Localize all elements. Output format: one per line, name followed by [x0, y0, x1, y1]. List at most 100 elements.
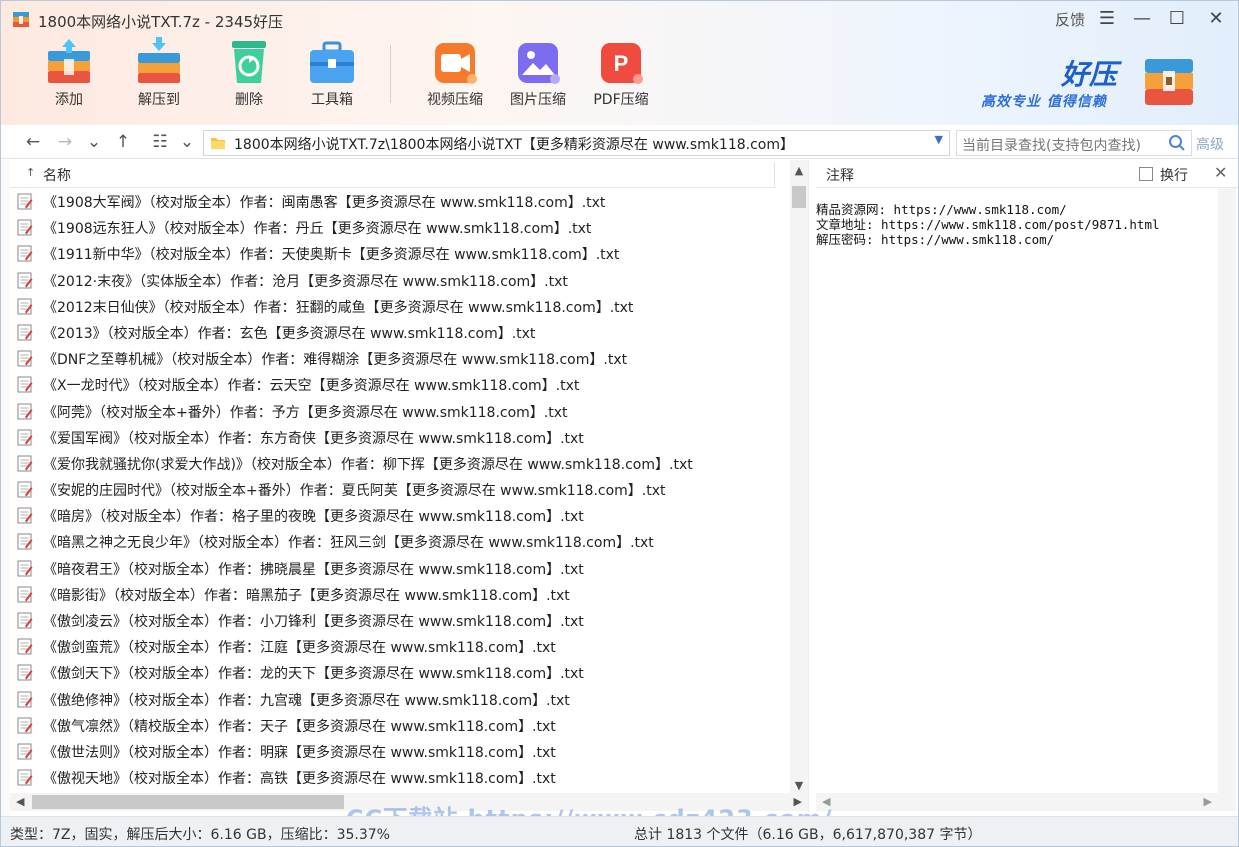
file-row[interactable]: 《傲绝修神》（校对版全本）作者：九宫魂【更多资源尽在 www.smk118.co… [10, 686, 788, 712]
file-row[interactable]: 《傲剑凌云》（校对版全本）作者：小刀锋利【更多资源尽在 www.smk118.c… [10, 607, 788, 633]
video-compress-button[interactable]: 视频压缩 [415, 37, 495, 109]
file-name: 《傲剑蛮荒》（校对版全本）作者：江庭【更多资源尽在 www.smk118.com… [43, 640, 556, 657]
file-row[interactable]: 《爱你我就骚扰你(求爱大作战)》（校对版全本）作者：柳下挥【更多资源尽在 www… [10, 450, 788, 476]
add-button[interactable]: 添加 [29, 37, 109, 109]
text-file-icon [17, 245, 33, 262]
scroll-left-icon[interactable]: ◀ [16, 795, 24, 808]
menu-icon[interactable]: ☰ [1096, 8, 1118, 30]
view-mode-dropdown[interactable]: ⌄ [176, 131, 198, 153]
file-row[interactable]: 《暗影街》（校对版全本）作者：暗黑茄子【更多资源尽在 www.smk118.co… [10, 581, 788, 607]
maximize-button[interactable]: ☐ [1166, 8, 1188, 30]
file-name: 《安妮的庄园时代》（校对版全本+番外）作者：夏氏阿芙【更多资源尽在 www.sm… [43, 483, 666, 500]
header: 1800本网络小说TXT.7z - 2345好压 反馈 ☰ — ☐ ✕ 添加 解… [1, 1, 1238, 125]
view-mode-icon[interactable]: ☷ [149, 131, 171, 153]
horizontal-scroll-thumb[interactable] [32, 795, 344, 809]
column-header[interactable]: ↑ 名称 [10, 160, 776, 188]
file-row[interactable]: 《傲世法则》（校对版全本）作者：明寐【更多资源尽在 www.smk118.com… [10, 738, 788, 764]
file-name: 《傲气凛然》（精校版全本）作者：天子【更多资源尽在 www.smk118.com… [43, 718, 556, 735]
toolbox-button[interactable]: 工具箱 [292, 37, 372, 109]
extract-button[interactable]: 解压到 [119, 37, 199, 109]
file-row[interactable]: 《2012·末夜》（实体版全本）作者：沧月【更多资源尽在 www.smk118.… [10, 267, 788, 293]
column-divider [774, 162, 775, 186]
comment-horizontal-scrollbar[interactable]: ◀ ▶ [816, 793, 1236, 811]
comment-vertical-scrollbar[interactable] [1218, 188, 1236, 795]
scroll-down-icon[interactable]: ▼ [790, 779, 808, 792]
search-icon[interactable] [1168, 134, 1186, 152]
file-name: 《2012·末夜》（实体版全本）作者：沧月【更多资源尽在 www.smk118.… [43, 273, 568, 290]
window-title: 1800本网络小说TXT.7z - 2345好压 [38, 13, 284, 31]
text-file-icon [17, 272, 33, 289]
text-file-icon [17, 533, 33, 550]
delete-button[interactable]: 删除 [209, 37, 289, 109]
up-folder-button[interactable]: ↑ [112, 131, 134, 153]
file-row[interactable]: 《暗房》（校对版全本）作者：格子里的夜晚【更多资源尽在 www.smk118.c… [10, 502, 788, 528]
search-placeholder: 当前目录查找(支持包内查找) [962, 138, 1141, 154]
pdf-compress-button[interactable]: P PDF压缩 [581, 37, 661, 109]
file-rows: 《1908大军阀》（校对版全本）作者：闽南愚客【更多资源尽在 www.smk11… [10, 188, 788, 790]
file-name: 《爱国军阀》（校对版全本）作者：东方奇侠【更多资源尽在 www.smk118.c… [43, 430, 584, 447]
path-dropdown-icon[interactable]: ▼ [935, 133, 943, 146]
path-bar[interactable]: 1800本网络小说TXT.7z\1800本网络小说TXT【更多精彩资源尽在 ww… [203, 130, 950, 156]
text-file-icon [17, 717, 33, 734]
brand-area: 好压 高效专业 值得信赖 [981, 53, 1201, 113]
file-row[interactable]: 《2012末日仙侠》（校对版全本）作者：狂翻的咸鱼【更多资源尽在 www.smk… [10, 293, 788, 319]
video-compress-label: 视频压缩 [427, 92, 483, 108]
toolbox-icon [310, 41, 354, 83]
file-name: 《1911新中华》（校对版全本）作者：天使奥斯卡【更多资源尽在 www.smk1… [43, 247, 620, 264]
scroll-up-icon[interactable]: ▲ [790, 164, 808, 177]
file-list-pane: ↑ 名称 《1908大军阀》（校对版全本）作者：闽南愚客【更多资源尽在 www.… [10, 160, 809, 812]
vertical-scroll-thumb[interactable] [792, 186, 806, 208]
text-file-icon [17, 403, 33, 419]
file-row[interactable]: 《1908远东狂人》（校对版全本）作者：丹丘【更多资源尽在 www.smk118… [10, 214, 788, 240]
file-row[interactable]: 《暗夜君王》（校对版全本）作者：拂晓晨星【更多资源尽在 www.smk118.c… [10, 555, 788, 581]
back-button[interactable]: ← [22, 131, 44, 153]
file-name: 《1908大军阀》（校对版全本）作者：闽南愚客【更多资源尽在 www.smk11… [43, 195, 606, 211]
file-row[interactable]: 《DNF之至尊机械》（校对版全本）作者：难得糊涂【更多资源尽在 www.smk1… [10, 345, 788, 371]
file-row[interactable]: 《暗黑之神之无良少年》（校对版全本）作者：狂风三剑【更多资源尽在 www.smk… [10, 528, 788, 554]
comment-title: 注释 [826, 168, 854, 184]
forward-button[interactable]: → [54, 131, 76, 153]
text-file-icon [17, 193, 33, 210]
minimize-button[interactable]: — [1131, 8, 1153, 30]
file-row[interactable]: 《傲剑蛮荒》（校对版全本）作者：江庭【更多资源尽在 www.smk118.com… [10, 633, 788, 659]
comment-text[interactable]: 精品资源网: https://www.smk118.com/文章地址: http… [816, 202, 1160, 247]
text-file-icon [17, 219, 33, 236]
comment-line: 解压密码: https://www.smk118.com/ [816, 232, 1055, 247]
image-compress-button[interactable]: 图片压缩 [498, 37, 578, 109]
file-row[interactable]: 《1911新中华》（校对版全本）作者：天使奥斯卡【更多资源尽在 www.smk1… [10, 240, 788, 266]
text-file-icon [17, 560, 33, 577]
wrap-label[interactable]: 换行 [1160, 165, 1188, 185]
comment-pane: 注释 换行 ✕ 精品资源网: https://www.smk118.com/文章… [816, 160, 1238, 812]
close-button[interactable]: ✕ [1205, 8, 1227, 30]
left-edge [1, 160, 10, 816]
history-dropdown[interactable]: ⌄ [83, 131, 105, 153]
search-box[interactable]: 当前目录查找(支持包内查找) [956, 130, 1192, 156]
app-logo-icon [13, 12, 29, 27]
toolbar-divider [390, 45, 391, 103]
feedback-link[interactable]: 反馈 [1055, 9, 1085, 30]
status-bar: 类型：7Z，固实，解压后大小：6.16 GB，压缩比：35.37% 总计 181… [1, 816, 1238, 846]
text-file-icon [17, 376, 33, 393]
brand-slogan: 高效专业 值得信赖 [981, 94, 1107, 110]
file-row[interactable]: 《1908大军阀》（校对版全本）作者：闽南愚客【更多资源尽在 www.smk11… [10, 188, 788, 214]
file-row[interactable]: 《X一龙时代》（校对版全本）作者：云天空【更多资源尽在 www.smk118.c… [10, 371, 788, 397]
file-row[interactable]: 《傲气凛然》（精校版全本）作者：天子【更多资源尽在 www.smk118.com… [10, 712, 788, 738]
file-row[interactable]: 《安妮的庄园时代》（校对版全本+番外）作者：夏氏阿芙【更多资源尽在 www.sm… [10, 476, 788, 502]
file-row[interactable]: 《阿莞》（校对版全本+番外）作者：予方【更多资源尽在 www.smk118.co… [10, 398, 788, 424]
file-name: 《傲视天地》（校对版全本）作者：高铁【更多资源尽在 www.smk118.com… [43, 771, 556, 788]
file-row[interactable]: 《爱国军阀》（校对版全本）作者：东方奇侠【更多资源尽在 www.smk118.c… [10, 424, 788, 450]
file-vertical-scrollbar[interactable]: ▲ ▼ [790, 160, 808, 795]
text-file-icon [17, 455, 33, 472]
file-row[interactable]: 《傲剑天下》（校对版全本）作者：龙的天下【更多资源尽在 www.smk118.c… [10, 659, 788, 685]
text-file-icon [17, 481, 33, 498]
file-row[interactable]: 《2013》（校对版全本）作者：玄色【更多资源尽在 www.smk118.com… [10, 319, 788, 345]
wrap-checkbox[interactable] [1139, 167, 1153, 181]
advanced-search-link[interactable]: 高级 [1196, 134, 1224, 154]
file-name: 《DNF之至尊机械》（校对版全本）作者：难得糊涂【更多资源尽在 www.smk1… [43, 352, 628, 369]
archive-info: 类型：7Z，固实，解压后大小：6.16 GB，压缩比：35.37% [10, 827, 390, 843]
file-row[interactable]: 《傲视天地》（校对版全本）作者：高铁【更多资源尽在 www.smk118.com… [10, 764, 788, 790]
text-file-icon [17, 298, 33, 315]
comment-close-icon[interactable]: ✕ [1214, 163, 1227, 182]
comment-scroll-right-icon[interactable]: ▶ [1204, 795, 1212, 808]
text-file-icon [17, 429, 33, 446]
